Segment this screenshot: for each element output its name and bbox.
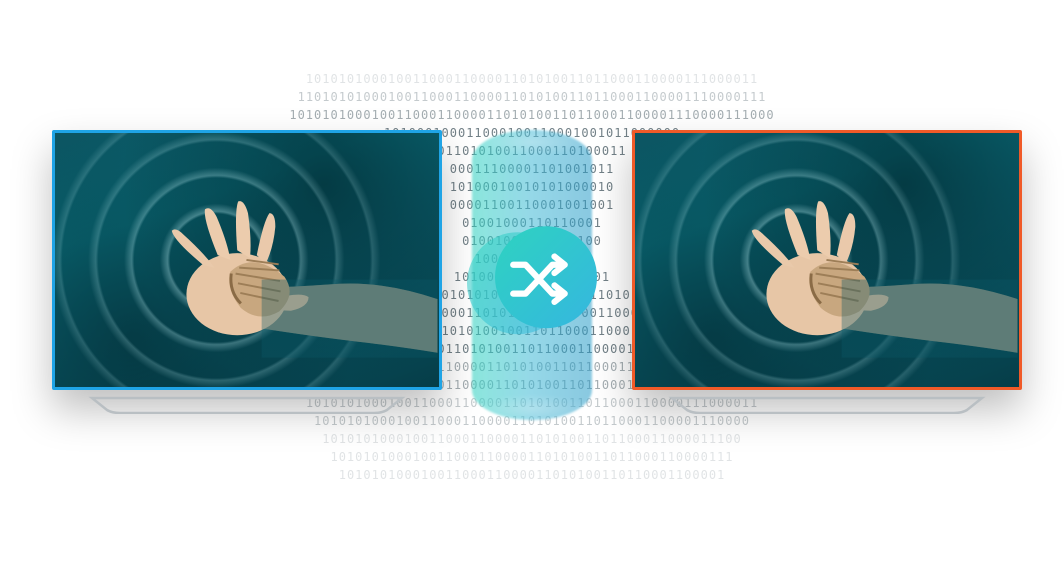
source-screen xyxy=(52,130,442,390)
shuffle-convert-badge xyxy=(467,226,597,336)
screen-stand-left xyxy=(82,396,412,414)
screen-stand-right xyxy=(662,396,992,414)
hand-shell-illustration-left xyxy=(55,133,439,387)
target-screen xyxy=(632,130,1022,390)
shuffle-icon xyxy=(507,246,573,312)
hand-shell-illustration-right xyxy=(635,133,1019,387)
